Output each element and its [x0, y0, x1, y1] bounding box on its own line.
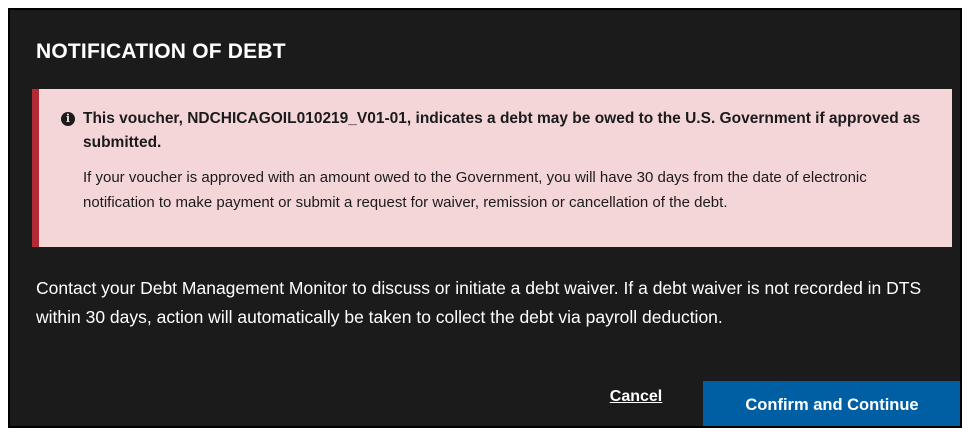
notification-of-debt-dialog: NOTIFICATION OF DEBT i This voucher, NDC…: [8, 8, 962, 428]
cancel-link[interactable]: Cancel: [591, 372, 681, 422]
alert-body-text: If your voucher is approved with an amou…: [83, 169, 867, 211]
alert-heading-text: This voucher, NDCHICAGOIL010219_V01-01, …: [83, 110, 921, 151]
dialog-title: NOTIFICATION OF DEBT: [36, 40, 286, 63]
confirm-and-continue-button[interactable]: Confirm and Continue: [703, 381, 960, 426]
debt-alert: i This voucher, NDCHICAGOIL010219_V01-01…: [32, 89, 952, 247]
alert-heading: i This voucher, NDCHICAGOIL010219_V01-01…: [61, 107, 930, 155]
info-circle-icon: i: [61, 112, 75, 126]
page-background: NOTIFICATION OF DEBT i This voucher, NDC…: [0, 0, 970, 436]
debt-waiver-message: Contact your Debt Management Monitor to …: [36, 278, 922, 327]
